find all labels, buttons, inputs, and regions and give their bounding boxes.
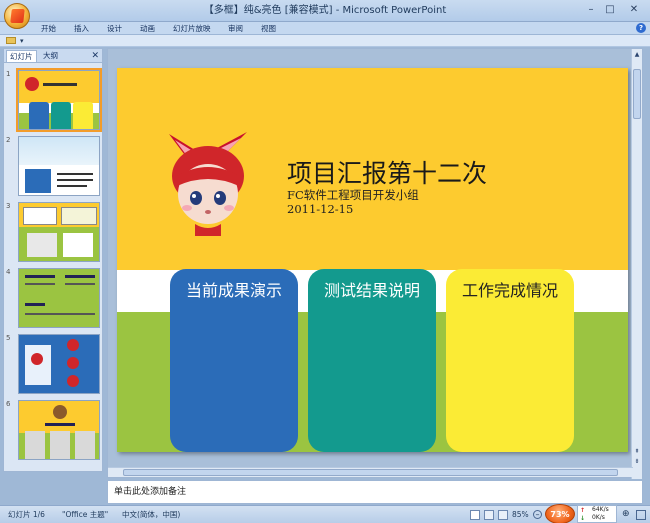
tab-animation[interactable]: 动画: [140, 22, 155, 35]
window-title: 【多框】纯&亮色 [兼容模式] - Microsoft PowerPoint: [203, 5, 447, 16]
slide-thumbnail-4[interactable]: [18, 268, 100, 328]
card-demo[interactable]: 当前成果演示: [170, 269, 298, 452]
slide-thumbnails: 1 2 3 4 5 6: [4, 64, 102, 469]
minimize-button[interactable]: –: [585, 4, 597, 16]
network-monitor: ↑ ↓ 64K/s 0K/s: [577, 505, 617, 523]
card-label: 测试结果说明: [323, 281, 420, 300]
slide-subtitle[interactable]: FC软件工程项目开发小组 2011-12-15: [287, 188, 419, 216]
fit-window-icon[interactable]: [636, 510, 646, 520]
slide-number: 4: [6, 268, 11, 276]
panel-tabs: 幻灯片 大纲 ✕: [4, 49, 102, 63]
next-slide-icon[interactable]: ⇟: [633, 457, 641, 466]
office-logo-icon: [10, 9, 25, 23]
horizontal-scroll-thumb[interactable]: [123, 469, 618, 476]
card-progress[interactable]: 工作完成情况: [446, 269, 574, 452]
theme-name: "Office 主题": [62, 510, 109, 519]
upload-arrow-icon: ↑: [580, 507, 586, 514]
tab-design[interactable]: 设计: [107, 22, 122, 35]
slide-thumbnail-3[interactable]: [18, 202, 100, 262]
horizontal-scrollbar[interactable]: [108, 467, 633, 477]
slides-panel: 幻灯片 大纲 ✕ 1 2 3 4 5 6: [3, 48, 103, 472]
card-test[interactable]: 测试结果说明: [308, 269, 436, 452]
title-bar: 【多框】纯&亮色 [兼容模式] - Microsoft PowerPoint –…: [0, 0, 650, 22]
tab-slides[interactable]: 幻灯片: [6, 50, 37, 62]
card-label: 当前成果演示: [185, 281, 282, 300]
slide-counter: 幻灯片 1/6: [8, 510, 45, 519]
language-indicator[interactable]: 中文(简体，中国): [122, 506, 180, 523]
net-down: 0K/s: [592, 514, 605, 521]
quick-access-toolbar: ▾: [0, 35, 650, 47]
maximize-button[interactable]: □: [604, 4, 616, 16]
zoom-out-icon[interactable]: –: [533, 510, 542, 519]
zoom-level[interactable]: 85%: [512, 506, 529, 523]
subtitle-date: 2011-12-15: [287, 202, 354, 216]
zoom-badge: 73%: [545, 504, 575, 523]
slideshow-view-icon[interactable]: [498, 510, 508, 520]
slide-number: 3: [6, 202, 11, 210]
slide-thumbnail-5[interactable]: [18, 334, 100, 394]
tab-insert[interactable]: 插入: [74, 22, 89, 35]
vertical-scrollbar[interactable]: ▲ ⇞ ⇟: [631, 49, 642, 479]
tab-home[interactable]: 开始: [41, 22, 56, 35]
tab-view[interactable]: 视图: [261, 22, 276, 35]
fox-mascot-image: [169, 132, 247, 236]
sorter-view-icon[interactable]: [484, 510, 494, 520]
slide-editor: 项目汇报第十二次 FC软件工程项目开发小组 2011-12-15 当前成果演示 …: [107, 48, 643, 479]
slide-title[interactable]: 项目汇报第十二次: [287, 154, 487, 190]
zoom-slider-icon[interactable]: ⊕: [622, 510, 631, 519]
prev-slide-icon[interactable]: ⇞: [633, 447, 641, 456]
net-up: 64K/s: [592, 506, 609, 513]
tab-outline[interactable]: 大纲: [40, 50, 61, 62]
help-icon[interactable]: ?: [636, 23, 646, 33]
close-button[interactable]: ✕: [628, 4, 640, 16]
slide-number: 6: [6, 400, 11, 408]
open-folder-icon[interactable]: [6, 37, 16, 44]
download-arrow-icon: ↓: [580, 515, 586, 522]
slide-thumbnail-1[interactable]: [16, 68, 102, 132]
slide-thumbnail-6[interactable]: [18, 400, 100, 460]
card-label: 工作完成情况: [461, 281, 558, 300]
subtitle-team: FC软件工程项目开发小组: [287, 188, 419, 202]
normal-view-icon[interactable]: [470, 510, 480, 520]
slide-number: 1: [6, 70, 11, 78]
current-slide[interactable]: 项目汇报第十二次 FC软件工程项目开发小组 2011-12-15 当前成果演示 …: [117, 68, 628, 452]
slide-thumbnail-2[interactable]: [18, 136, 100, 196]
slide-number: 2: [6, 136, 11, 144]
tab-review[interactable]: 审阅: [228, 22, 243, 35]
slide-number: 5: [6, 334, 11, 342]
ribbon-tabs: 开始 插入 设计 动画 幻灯片放映 审阅 视图 ?: [0, 22, 650, 35]
close-panel-icon[interactable]: ✕: [91, 50, 99, 62]
vertical-scroll-thumb[interactable]: [633, 69, 641, 119]
tab-slideshow[interactable]: 幻灯片放映: [173, 22, 211, 35]
office-button[interactable]: [4, 3, 30, 29]
notes-pane[interactable]: 单击此处添加备注: [107, 480, 643, 504]
qat-dropdown-icon[interactable]: ▾: [20, 35, 24, 47]
scroll-up-icon[interactable]: ▲: [633, 50, 641, 59]
